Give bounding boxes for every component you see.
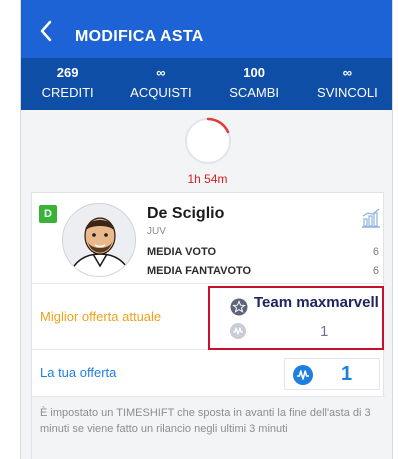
timeshift-note: È impostato un TIMESHIFT che sposta in a… [32,397,385,459]
stat-scambi: 100 SCAMBI [208,58,301,110]
stat-value: 100 [243,65,265,80]
app-frame: MODIFICA ASTA 269 CREDITI ∞ ACQUISTI 100… [20,0,393,459]
my-offer-row: La tua offerta 1 [32,350,385,396]
player-info: D De Sciglio JUV MEDIA VOTO 6 MEDIA FANT… [32,193,385,283]
avatar [62,203,136,277]
my-offer-value: 1 [341,363,353,385]
statistics-icon[interactable] [360,207,382,229]
stat-acquisti: ∞ ACQUISTI [114,58,207,110]
media-voto-value: 6 [372,246,379,258]
stats-bar: 269 CREDITI ∞ ACQUISTI 100 SCAMBI ∞ SVIN… [21,58,392,110]
player-team: JUV [147,226,166,237]
timer-area: 1h 54m [21,110,392,192]
countdown-ring [185,117,231,164]
stat-crediti: 269 CREDITI [21,58,114,110]
media-fantavoto-value: 6 [372,265,379,277]
chevron-left-icon[interactable] [39,20,53,42]
page-title: MODIFICA ASTA [75,28,204,45]
media-voto-label: MEDIA VOTO [147,246,217,258]
stat-label: SVINCOLI [317,85,378,100]
countdown-text: 1h 54m [187,172,228,186]
stat-label: CREDITI [41,85,94,100]
stat-label: SCAMBI [229,85,280,100]
my-offer-input[interactable]: 1 [284,358,380,390]
fantamilioni-icon [293,365,313,385]
top-bar: MODIFICA ASTA [21,0,392,58]
media-fantavoto-label: MEDIA FANTAVOTO [147,265,252,277]
best-offer-label: Miglior offerta attuale [40,309,162,324]
stat-svincoli: ∞ SVINCOLI [301,58,392,110]
role-badge: D [39,205,57,223]
stat-label: ACQUISTI [130,85,192,100]
player-name: De Sciglio [147,205,225,222]
stat-value: 269 [56,65,79,80]
my-offer-label: La tua offerta [40,365,117,380]
player-caricature-icon [63,204,135,276]
highlight-box [208,286,384,350]
stat-value: ∞ [342,65,353,80]
stat-value: ∞ [156,65,166,80]
